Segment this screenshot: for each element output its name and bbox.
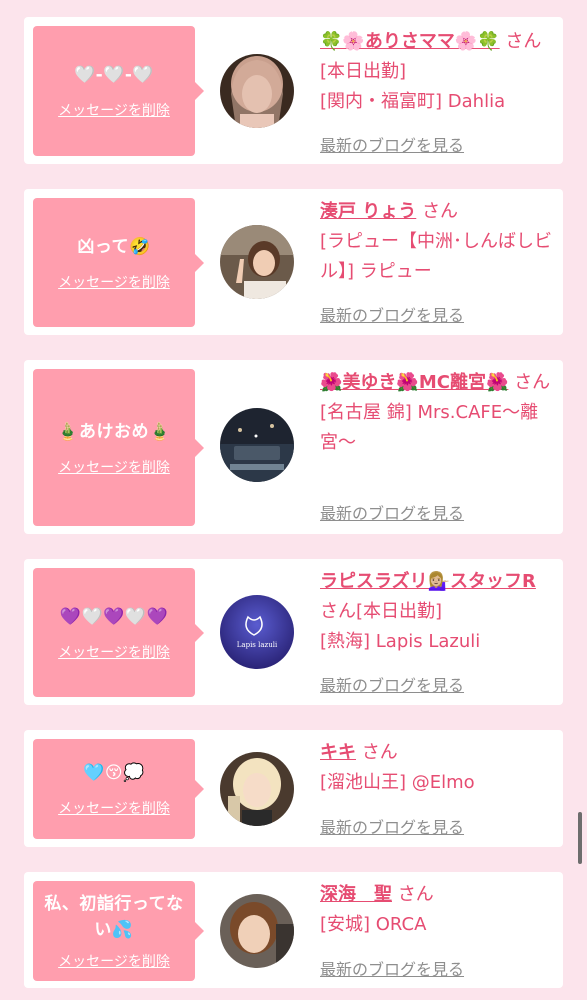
- message-card: 🩵😚💭 メッセージを削除 キキ さん [溜池山王] @Elmo 最新のブログを見…: [24, 730, 563, 847]
- message-bubble: 🤍-🤍-🤍 メッセージを削除: [33, 26, 204, 156]
- latest-blog-link[interactable]: 最新のブログを見る: [320, 956, 464, 980]
- message-card: 私、初詣行ってない💦 メッセージを削除 深海 聖 さん [安城] ORCA 最新…: [24, 872, 563, 988]
- cast-name-link[interactable]: キキ: [320, 742, 356, 763]
- scrollbar[interactable]: [578, 812, 582, 864]
- delete-message-link[interactable]: メッセージを削除: [58, 457, 170, 477]
- cast-info: 湊戸 りょう さん [ラピュー【中洲･しんばしビル】] ラピュー: [320, 197, 556, 287]
- cast-info: 🌺美ゆき🌺MC離宮🌺 さん [名古屋 錦] Mrs.CAFE〜離宮〜: [320, 368, 556, 458]
- delete-message-link[interactable]: メッセージを削除: [58, 100, 170, 120]
- message-card: 💜🤍💜🤍💜 メッセージを削除 Lapis lazuli ラピスラズリ💁🏼‍♀️ス…: [24, 559, 563, 705]
- message-card: 凶って🤣 メッセージを削除 湊戸 りょう さん [ラピュー【中洲･しんばしビル】…: [24, 189, 563, 335]
- cast-status: さん: [422, 201, 459, 222]
- avatar[interactable]: [220, 225, 294, 299]
- cast-name-link[interactable]: 🌺美ゆき🌺MC離宮🌺: [320, 372, 508, 393]
- message-list: 🤍-🤍-🤍 メッセージを削除 🍀🌸ありさママ🌸🍀 さん[本日出勤] [関内・福富…: [0, 0, 587, 1000]
- delete-message-link[interactable]: メッセージを削除: [58, 642, 170, 662]
- cast-name-link[interactable]: 湊戸 りょう: [320, 201, 416, 222]
- woman-portrait-icon: [220, 54, 294, 128]
- cast-status: さん: [397, 884, 434, 905]
- lapis-lazuli-logo-icon: Lapis lazuli: [220, 595, 294, 669]
- cast-name-link[interactable]: ラピスラズリ💁🏼‍♀️スタッフR: [320, 571, 536, 592]
- message-card: 🎍あけおめ🎍 メッセージを削除 🌺美ゆき🌺MC離宮🌺 さん [名古屋 錦] Mr…: [24, 360, 563, 534]
- new-year-2024-icon: [220, 408, 294, 482]
- message-bubble: 凶って🤣 メッセージを削除: [33, 198, 204, 327]
- avatar[interactable]: [220, 894, 294, 968]
- shop-name: [関内・福富町] Dahlia: [320, 91, 506, 112]
- message-bubble: 私、初詣行ってない💦 メッセージを削除: [33, 881, 204, 981]
- avatar[interactable]: Lapis lazuli: [220, 595, 294, 669]
- latest-blog-link[interactable]: 最新のブログを見る: [320, 814, 464, 838]
- shop-name: [溜池山王] @Elmo: [320, 772, 475, 793]
- shop-name: [安城] ORCA: [320, 914, 427, 935]
- message-bubble: 🎍あけおめ🎍 メッセージを削除: [33, 369, 204, 526]
- message-text: 私、初詣行ってない💦: [44, 894, 184, 940]
- message-text: 🎍あけおめ🎍: [57, 421, 171, 442]
- avatar[interactable]: [220, 408, 294, 482]
- latest-blog-link[interactable]: 最新のブログを見る: [320, 672, 464, 696]
- cast-info: キキ さん [溜池山王] @Elmo: [320, 738, 556, 798]
- message-bubble: 🩵😚💭 メッセージを削除: [33, 739, 204, 839]
- shop-name: [ラピュー【中洲･しんばしビル】] ラピュー: [320, 231, 553, 282]
- message-bubble: 💜🤍💜🤍💜 メッセージを削除: [33, 568, 204, 697]
- avatar[interactable]: [220, 54, 294, 128]
- latest-blog-link[interactable]: 最新のブログを見る: [320, 132, 464, 156]
- cast-info: 深海 聖 さん [安城] ORCA: [320, 880, 556, 940]
- cast-status: さん: [361, 742, 398, 763]
- blonde-woman-icon: [220, 752, 294, 826]
- message-card: 🤍-🤍-🤍 メッセージを削除 🍀🌸ありさママ🌸🍀 さん[本日出勤] [関内・福富…: [24, 17, 563, 164]
- cast-info: ラピスラズリ💁🏼‍♀️スタッフR さん[本日出勤] [熱海] Lapis Laz…: [320, 567, 556, 657]
- message-text: 凶って🤣: [77, 236, 151, 257]
- avatar-logo-text: Lapis lazuli: [237, 641, 278, 649]
- latest-blog-link[interactable]: 最新のブログを見る: [320, 302, 464, 326]
- delete-message-link[interactable]: メッセージを削除: [58, 951, 170, 971]
- cast-status: さん[本日出勤]: [320, 601, 443, 622]
- delete-message-link[interactable]: メッセージを削除: [58, 798, 170, 818]
- cast-status: さん: [514, 372, 551, 393]
- delete-message-link[interactable]: メッセージを削除: [58, 272, 170, 292]
- cast-info: 🍀🌸ありさママ🌸🍀 さん[本日出勤] [関内・福富町] Dahlia: [320, 27, 556, 117]
- cast-name-link[interactable]: 深海 聖: [320, 884, 392, 905]
- shop-name: [熱海] Lapis Lazuli: [320, 631, 481, 652]
- message-text: 💜🤍💜🤍💜: [59, 606, 169, 627]
- shop-name: [名古屋 錦] Mrs.CAFE〜離宮〜: [320, 402, 539, 453]
- message-text: 🩵😚💭: [83, 763, 145, 783]
- cast-name-link[interactable]: 🍀🌸ありさママ🌸🍀: [320, 31, 500, 52]
- latest-blog-link[interactable]: 最新のブログを見る: [320, 500, 464, 524]
- avatar[interactable]: [220, 752, 294, 826]
- message-text: 🤍-🤍-🤍: [73, 65, 155, 85]
- woman-peace-sign-icon: [220, 225, 294, 299]
- woman-selfie-icon: [220, 894, 294, 968]
